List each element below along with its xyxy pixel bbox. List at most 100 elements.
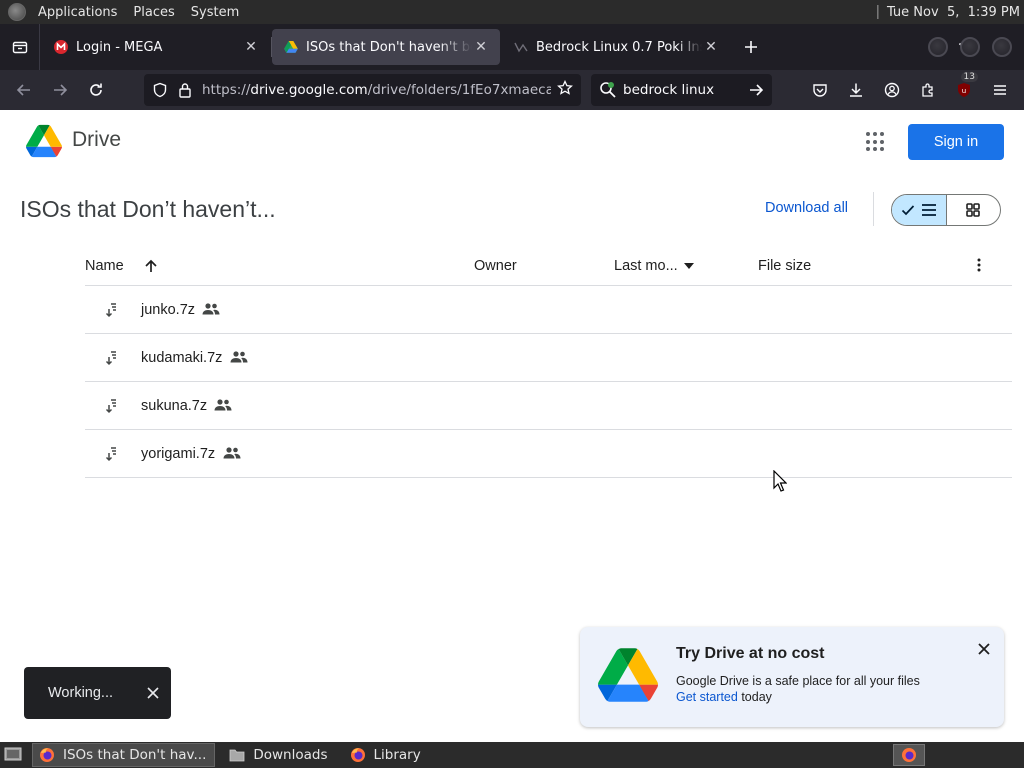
more-options-button[interactable]: [977, 258, 981, 272]
grid-view-icon: [966, 203, 981, 217]
bedrock-icon: [514, 42, 528, 53]
tab-title: ISOs that Don't haven't been: [306, 39, 472, 55]
sort-arrow-up-icon[interactable]: [144, 259, 158, 273]
arrow-right-icon: [54, 84, 68, 96]
folder-title: ISOs that Don’t haven’t...: [20, 196, 276, 222]
tab-drive[interactable]: ISOs that Don't haven't been ✕: [272, 29, 500, 65]
url-text[interactable]: https://drive.google.com/drive/folders/1…: [202, 82, 551, 98]
shared-people-icon: [230, 351, 248, 363]
google-drive-logo-icon[interactable]: [26, 124, 62, 158]
sign-in-button[interactable]: Sign in: [908, 124, 1004, 160]
file-row[interactable]: junko.7z: [85, 286, 1012, 334]
file-row[interactable]: kudamaki.7z: [85, 334, 1012, 382]
close-icon[interactable]: [147, 687, 159, 699]
tab-close-icon[interactable]: ✕: [702, 39, 720, 55]
url-path: /drive/folders/1fEo7xmaeca1S: [367, 82, 551, 98]
file-name: yorigami.7z: [141, 446, 216, 462]
close-window-button[interactable]: [992, 37, 1012, 57]
tab-list-icon: [12, 41, 27, 54]
working-snackbar: Working...: [24, 667, 171, 719]
pocket-icon: [813, 84, 827, 97]
column-file-size[interactable]: File size: [758, 258, 811, 274]
system-logo-icon[interactable]: [8, 3, 26, 21]
drive-app-name[interactable]: Drive: [72, 128, 121, 152]
top-panel: Applications Places System Tue Nov 5, 1:…: [0, 0, 1024, 24]
taskbar-item-label: ISOs that Don't hav...: [63, 747, 207, 763]
hamburger-menu-icon: [994, 85, 1006, 95]
menu-places[interactable]: Places: [129, 5, 178, 20]
tab-bedrock[interactable]: Bedrock Linux 0.7 Poki Insta ✕: [502, 29, 730, 65]
promo-close-button[interactable]: [978, 639, 990, 660]
get-started-link[interactable]: Get started: [676, 690, 738, 704]
menu-system[interactable]: System: [187, 5, 243, 20]
search-query: bedrock linux: [623, 82, 715, 98]
archive-file-icon: [105, 447, 116, 462]
list-view-button[interactable]: [892, 195, 947, 225]
taskbar-item-label: Downloads: [253, 747, 328, 763]
account-button[interactable]: [876, 74, 908, 106]
panel-clock[interactable]: Tue Nov 5, 1:39 PM: [887, 5, 1020, 20]
menu-applications[interactable]: Applications: [34, 5, 121, 20]
new-tab-button[interactable]: [736, 32, 766, 62]
tab-list-button[interactable]: [0, 24, 40, 70]
minimize-button[interactable]: [928, 37, 948, 57]
tab-close-icon[interactable]: ✕: [242, 39, 260, 55]
panel-separator: [876, 5, 879, 19]
archive-file-icon: [105, 399, 116, 414]
search-engine-icon: [600, 82, 616, 98]
bottom-taskbar: ISOs that Don't hav... Downloads Library: [0, 742, 1024, 768]
reload-button[interactable]: [78, 74, 114, 106]
shared-people-icon: [223, 447, 241, 459]
file-table: Name Owner Last mo... File size junko.7z: [85, 246, 1012, 478]
forward-button[interactable]: [42, 74, 78, 106]
column-owner-label: Owner: [474, 258, 517, 274]
show-desktop-button[interactable]: [2, 744, 24, 766]
pocket-button[interactable]: [804, 74, 836, 106]
tab-mega[interactable]: Login - MEGA ✕: [42, 29, 272, 65]
checkmark-icon: [901, 205, 914, 216]
taskbar-item-downloads[interactable]: Downloads: [223, 743, 335, 767]
shared-people-icon: [214, 399, 232, 411]
lock-icon[interactable]: [178, 82, 192, 98]
promo-link-suffix: today: [737, 690, 772, 704]
tab-close-icon[interactable]: ✕: [472, 39, 490, 55]
column-file-size-label: File size: [758, 258, 812, 274]
downloads-button[interactable]: [840, 74, 872, 106]
ublock-button[interactable]: u 13: [948, 72, 980, 106]
plus-icon: [745, 41, 757, 53]
search-bar[interactable]: bedrock linux: [591, 74, 772, 106]
google-drive-logo-icon: [598, 648, 658, 702]
google-apps-grid-icon[interactable]: [866, 132, 886, 152]
app-menu-button[interactable]: [984, 74, 1016, 106]
go-arrow-icon[interactable]: [748, 82, 764, 98]
back-button[interactable]: [6, 74, 42, 106]
download-all-button[interactable]: Download all: [765, 200, 848, 216]
download-icon: [850, 83, 862, 97]
puzzle-icon: [922, 83, 933, 97]
file-row[interactable]: yorigami.7z: [85, 430, 1012, 478]
extension-badge: 13: [960, 72, 978, 82]
folder-icon: [229, 748, 245, 762]
column-owner[interactable]: Owner: [474, 258, 517, 274]
column-last-modified[interactable]: Last mo...: [614, 258, 694, 274]
bookmark-star-icon[interactable]: [557, 79, 573, 100]
taskbar-item-firefox-drive[interactable]: ISOs that Don't hav...: [32, 743, 216, 767]
maximize-button[interactable]: [960, 37, 980, 57]
workspace-switcher[interactable]: [893, 744, 925, 766]
try-drive-promo: Try Drive at no cost Google Drive is a s…: [580, 627, 1004, 727]
window-controls: [928, 37, 1012, 57]
grid-view-button[interactable]: [947, 195, 1001, 225]
url-host: drive.google.com: [250, 82, 368, 98]
google-drive-icon: [284, 41, 298, 53]
firefox-icon: [350, 747, 366, 763]
file-name: sukuna.7z: [141, 398, 208, 414]
file-row[interactable]: sukuna.7z: [85, 382, 1012, 430]
tab-title: Login - MEGA: [76, 39, 163, 55]
address-bar[interactable]: https://drive.google.com/drive/folders/1…: [144, 74, 581, 106]
svg-text:u: u: [962, 87, 966, 95]
column-last-modified-label: Last mo...: [614, 258, 678, 274]
column-name[interactable]: Name: [85, 258, 158, 274]
taskbar-item-library[interactable]: Library: [344, 743, 429, 767]
tracking-protection-shield-icon[interactable]: [152, 82, 168, 98]
extensions-button[interactable]: [912, 74, 944, 106]
